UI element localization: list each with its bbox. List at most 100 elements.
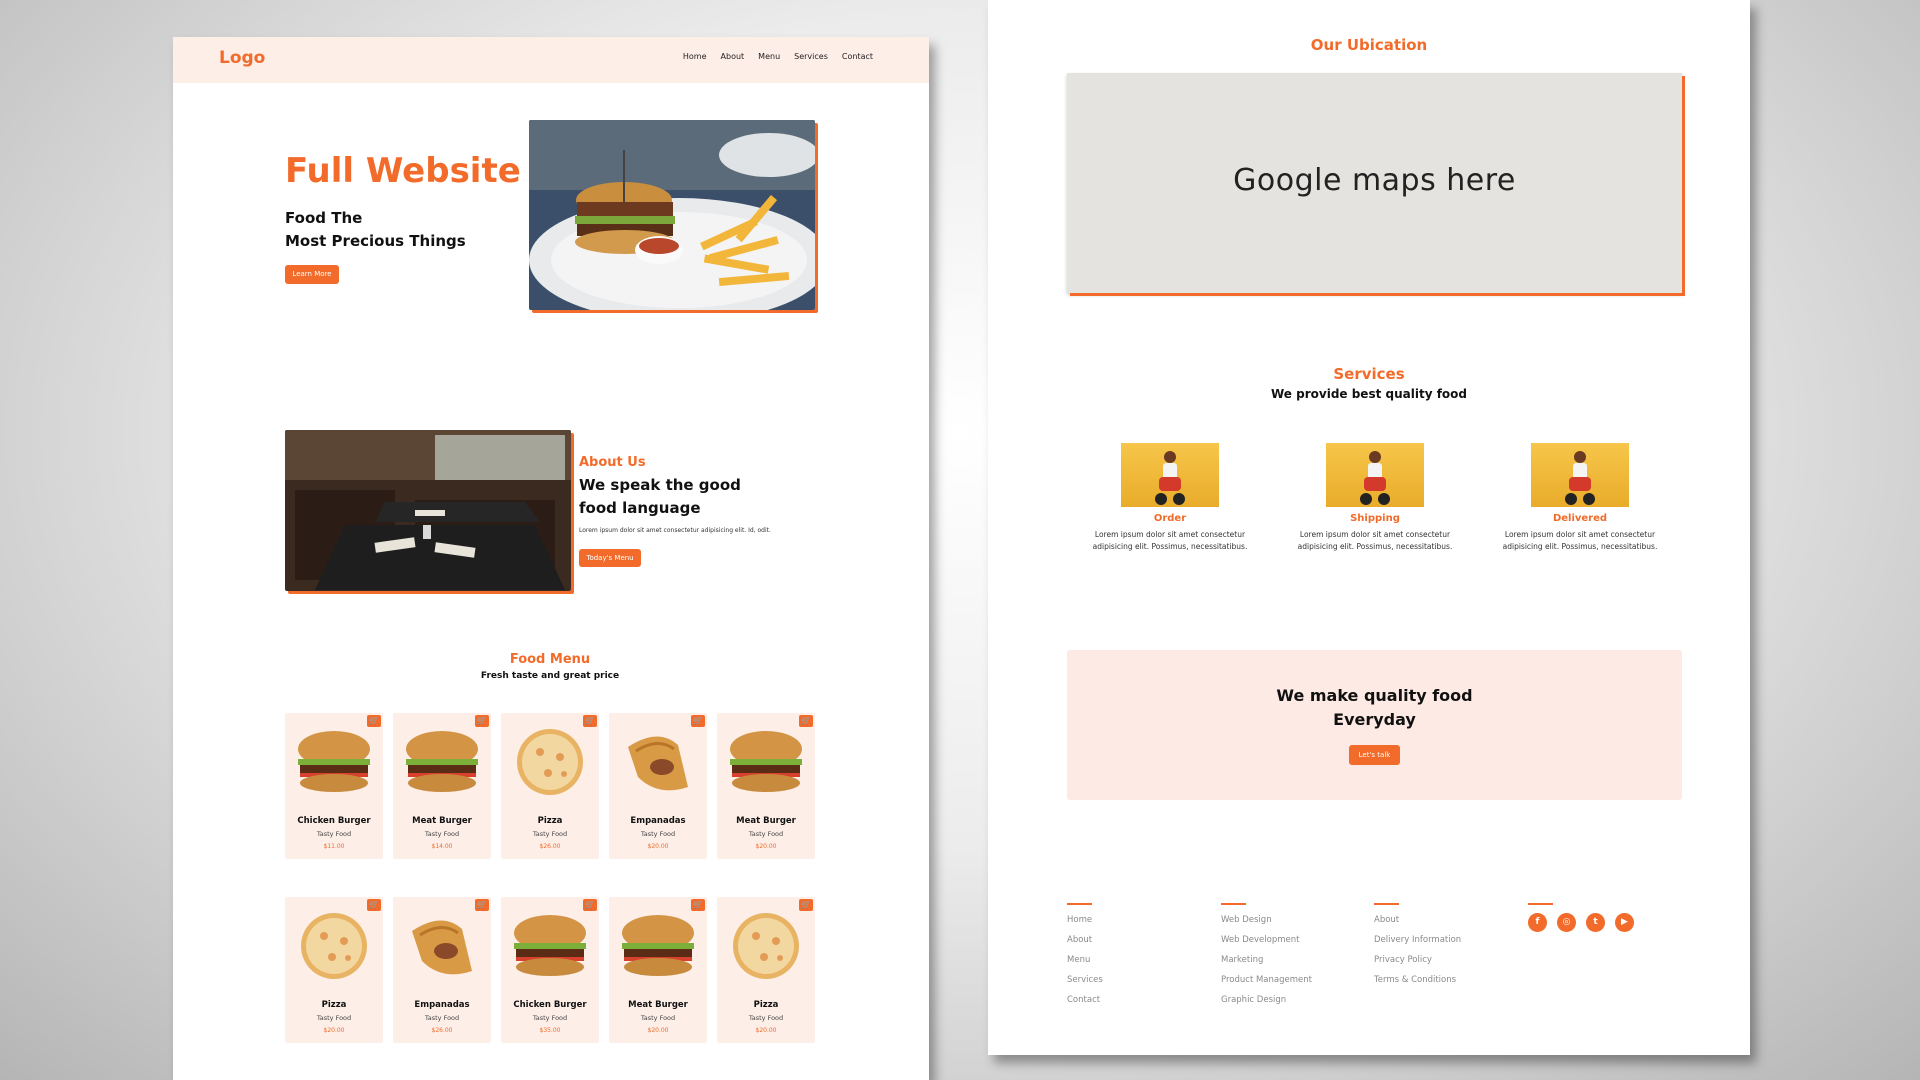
cart-icon[interactable]: 🛒 [691,715,705,727]
food-name: Chicken Burger [513,1000,587,1010]
services-subtitle: We provide best quality food [1271,387,1467,401]
footer-link[interactable]: Web Design [1221,913,1312,933]
cart-icon[interactable]: 🛒 [691,899,705,911]
food-card[interactable]: 🛒 Meat Burger Tasty Food $20.00 [609,897,707,1043]
food-card[interactable]: 🛒 Meat Burger Tasty Food $20.00 [717,713,815,859]
service-desc-line2: adipisicing elit. Possimus, necessitatib… [1297,542,1453,551]
food-tag: Tasty Food [424,830,460,838]
cart-icon[interactable]: 🛒 [367,899,381,911]
food-card[interactable]: 🛒 Chicken Burger Tasty Food $35.00 [501,897,599,1043]
nav-link-home[interactable]: Home [683,52,707,61]
food-price: $26.00 [431,1027,453,1034]
pizza-icon [733,913,799,979]
todays-menu-button[interactable]: Today's Menu [579,549,641,567]
pizza-icon [301,913,367,979]
food-tag: Tasty Food [316,830,352,838]
food-card[interactable]: 🛒 Meat Burger Tasty Food $14.00 [393,713,491,859]
twitter-icon[interactable]: t [1586,913,1605,932]
footer-column-social: f ◎ t ▶ [1528,903,1634,932]
delivery-scooter-image [1121,443,1219,507]
footer-link[interactable]: Terms & Conditions [1374,973,1461,993]
learn-more-button[interactable]: Learn More [285,265,339,284]
service-title: Delivered [1552,513,1608,524]
food-price: $14.00 [431,843,453,850]
burger-icon [298,731,370,792]
nav-link-menu[interactable]: Menu [758,52,780,61]
footer-link[interactable]: Delivery Information [1374,933,1461,953]
cart-icon[interactable]: 🛒 [367,715,381,727]
cta-line1: We make quality food [1276,686,1473,705]
service-title: Order [1153,513,1187,524]
pizza-icon [517,729,583,795]
cart-icon[interactable]: 🛒 [583,715,597,727]
footer-link[interactable]: Product Management [1221,973,1312,993]
cart-icon[interactable]: 🛒 [475,899,489,911]
footer-link[interactable]: Privacy Policy [1374,953,1461,973]
service-description: Lorem ipsum dolor sit amet consectetur a… [1085,529,1255,553]
food-price: $26.00 [539,843,561,850]
cart-icon[interactable]: 🛒 [583,899,597,911]
food-price: $20.00 [323,1027,345,1034]
about-title-line1: We speak the good [579,476,741,494]
footer-link[interactable]: Graphic Design [1221,993,1312,1013]
footer-column-nav: Home About Menu Services Contact [1067,903,1103,1013]
youtube-icon[interactable]: ▶ [1615,913,1634,932]
logo[interactable]: Logo [219,48,265,68]
service-description: Lorem ipsum dolor sit amet consectetur a… [1495,529,1665,553]
burger-icon [406,731,478,792]
food-tag: Tasty Food [748,1014,784,1022]
food-price: $11.00 [323,843,345,850]
footer-link[interactable]: About [1067,933,1103,953]
about-title: We speak the good food language [579,474,779,520]
service-desc-line2: adipisicing elit. Possimus, necessitatib… [1092,542,1248,551]
food-card[interactable]: 🛒 Empanadas Tasty Food $20.00 [609,713,707,859]
footer-accent-bar [1374,903,1399,905]
footer-link[interactable]: Services [1067,973,1103,993]
footer-link[interactable]: Marketing [1221,953,1312,973]
map-placeholder-label: Google maps here [1233,163,1516,198]
lets-talk-button[interactable]: Let's talk [1349,745,1400,765]
service-title: Shipping [1350,513,1400,524]
footer-link[interactable]: Contact [1067,993,1103,1013]
food-price: $35.00 [539,1027,561,1034]
hero-title: Full Website [285,151,521,191]
footer-accent-bar [1221,903,1246,905]
food-card[interactable]: 🛒 Pizza Tasty Food $20.00 [285,897,383,1043]
service-delivered: Delivered Lorem ipsum dolor sit amet con… [1495,443,1665,553]
food-card[interactable]: 🛒 Empanadas Tasty Food $26.00 [393,897,491,1043]
service-desc-line1: Lorem ipsum dolor sit amet consectetur [1299,530,1451,539]
footer-link[interactable]: Menu [1067,953,1103,973]
services-kicker: Services [1333,365,1405,383]
hero-subtitle: Food The Most Precious Things [285,207,525,253]
cart-icon[interactable]: 🛒 [799,899,813,911]
food-name: Pizza [753,1000,779,1010]
footer-link[interactable]: Web Development [1221,933,1312,953]
cta-line2: Everyday [1333,710,1416,729]
food-menu-subtitle: Fresh taste and great price [480,671,620,681]
nav-link-about[interactable]: About [721,52,745,61]
facebook-icon[interactable]: f [1528,913,1547,932]
about-kicker: About Us [579,455,646,470]
social-links: f ◎ t ▶ [1528,913,1634,932]
instagram-icon[interactable]: ◎ [1557,913,1576,932]
food-card[interactable]: 🛒 Pizza Tasty Food $26.00 [501,713,599,859]
food-name: Chicken Burger [297,816,371,826]
cart-icon[interactable]: 🛒 [799,715,813,727]
food-price: $20.00 [755,1027,777,1034]
footer-column-info: About Delivery Information Privacy Polic… [1374,903,1461,993]
footer-link[interactable]: Home [1067,913,1103,933]
food-tag: Tasty Food [424,1014,460,1022]
food-card[interactable]: 🛒 Chicken Burger Tasty Food $11.00 [285,713,383,859]
burger-icon [622,915,694,976]
nav-link-contact[interactable]: Contact [842,52,873,61]
food-name: Empanadas [414,1000,470,1010]
food-tag: Tasty Food [748,830,784,838]
footer-link[interactable]: About [1374,913,1461,933]
cart-icon[interactable]: 🛒 [475,715,489,727]
food-tag: Tasty Food [316,1014,352,1022]
cta-text: We make quality food Everyday [1067,684,1682,732]
map-placeholder[interactable]: Google maps here [1067,73,1682,293]
nav-link-services[interactable]: Services [794,52,828,61]
food-tag: Tasty Food [532,1014,568,1022]
food-card[interactable]: 🛒 Pizza Tasty Food $20.00 [717,897,815,1043]
